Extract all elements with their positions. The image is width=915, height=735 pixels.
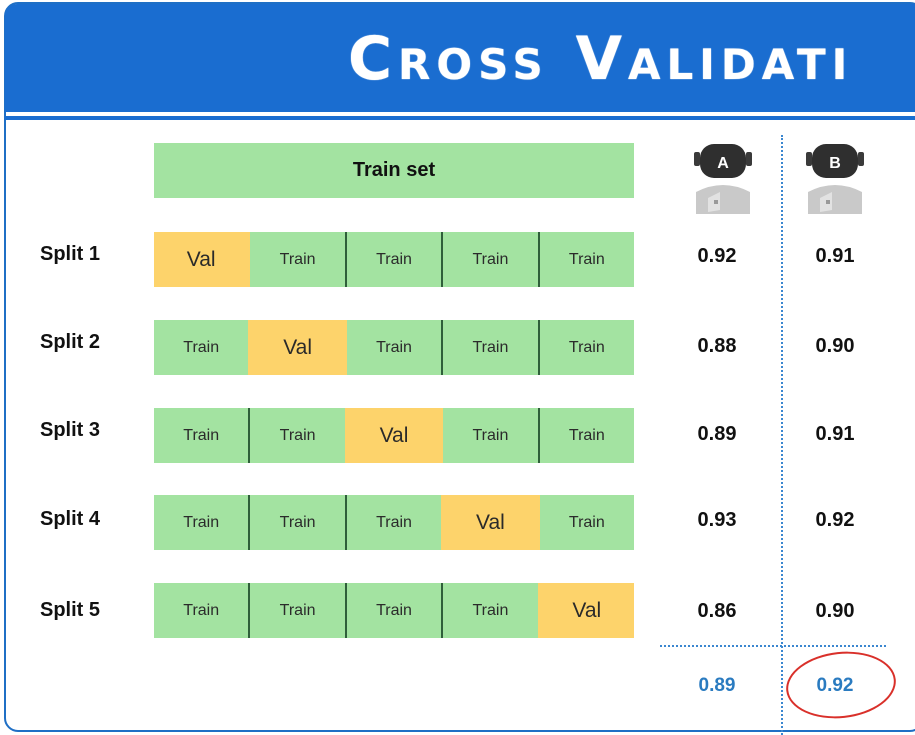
score-b: 0.90 xyxy=(815,335,855,357)
score-a: 0.86 xyxy=(697,600,737,622)
fold-cell: Train xyxy=(344,320,442,375)
score-b: 0.91 xyxy=(815,245,855,267)
split-row: Val Train Train Train Train xyxy=(154,232,635,287)
banner-underline xyxy=(5,116,915,120)
score-b: 0.90 xyxy=(815,600,855,622)
split-row: Train Val Train Train Train xyxy=(154,320,635,375)
fold-cell: Train xyxy=(537,408,635,463)
average-separator xyxy=(660,645,886,647)
split-row: Train Train Train Val Train xyxy=(154,495,635,550)
split-label: Split 3 xyxy=(40,419,101,441)
fold-cell: Train xyxy=(154,495,249,550)
fold-cell: Train xyxy=(441,408,538,463)
fold-cell: Val xyxy=(154,232,249,287)
split-label: Split 1 xyxy=(40,243,101,265)
fold-cell: Train xyxy=(441,320,538,375)
fold-cell: Train xyxy=(344,583,442,638)
fold-cell: Train xyxy=(154,583,249,638)
split-label: Split 4 xyxy=(40,508,101,530)
fold-cell: Train xyxy=(154,320,249,375)
robot-a-icon: A xyxy=(688,140,758,220)
robot-a-label: A xyxy=(717,155,729,172)
fold-cell: Train xyxy=(441,583,538,638)
score-a: 0.88 xyxy=(697,335,737,357)
robot-b-label: B xyxy=(829,155,841,172)
score-a: 0.89 xyxy=(697,423,737,445)
score-a: 0.92 xyxy=(697,245,737,267)
fold-cell: Train xyxy=(537,232,635,287)
fold-cell: Train xyxy=(248,583,345,638)
fold-cell: Train xyxy=(248,495,345,550)
fold-cell: Train xyxy=(248,408,345,463)
fold-cell: Train xyxy=(248,232,345,287)
fold-cell: Train xyxy=(441,232,538,287)
fold-cell: Train xyxy=(154,408,249,463)
score-b: 0.92 xyxy=(815,509,855,531)
fold-cell: Val xyxy=(537,583,635,638)
score-b: 0.91 xyxy=(815,423,855,445)
fold-cell: Val xyxy=(248,320,345,375)
fold-cell: Train xyxy=(344,495,442,550)
slide-title: Cross Validati xyxy=(348,24,854,94)
fold-cell: Train xyxy=(537,320,635,375)
score-a: 0.93 xyxy=(697,509,737,531)
fold-cell: Train xyxy=(344,232,442,287)
train-set-bar: Train set xyxy=(154,143,634,198)
split-row: Train Train Train Train Val xyxy=(154,583,635,638)
split-label: Split 5 xyxy=(40,599,101,621)
robot-b-icon: B xyxy=(800,140,870,220)
split-label: Split 2 xyxy=(40,331,101,353)
average-a: 0.89 xyxy=(698,675,736,696)
fold-cell: Train xyxy=(537,495,635,550)
split-row: Train Train Val Train Train xyxy=(154,408,635,463)
fold-cell: Val xyxy=(344,408,442,463)
fold-cell: Val xyxy=(441,495,538,550)
